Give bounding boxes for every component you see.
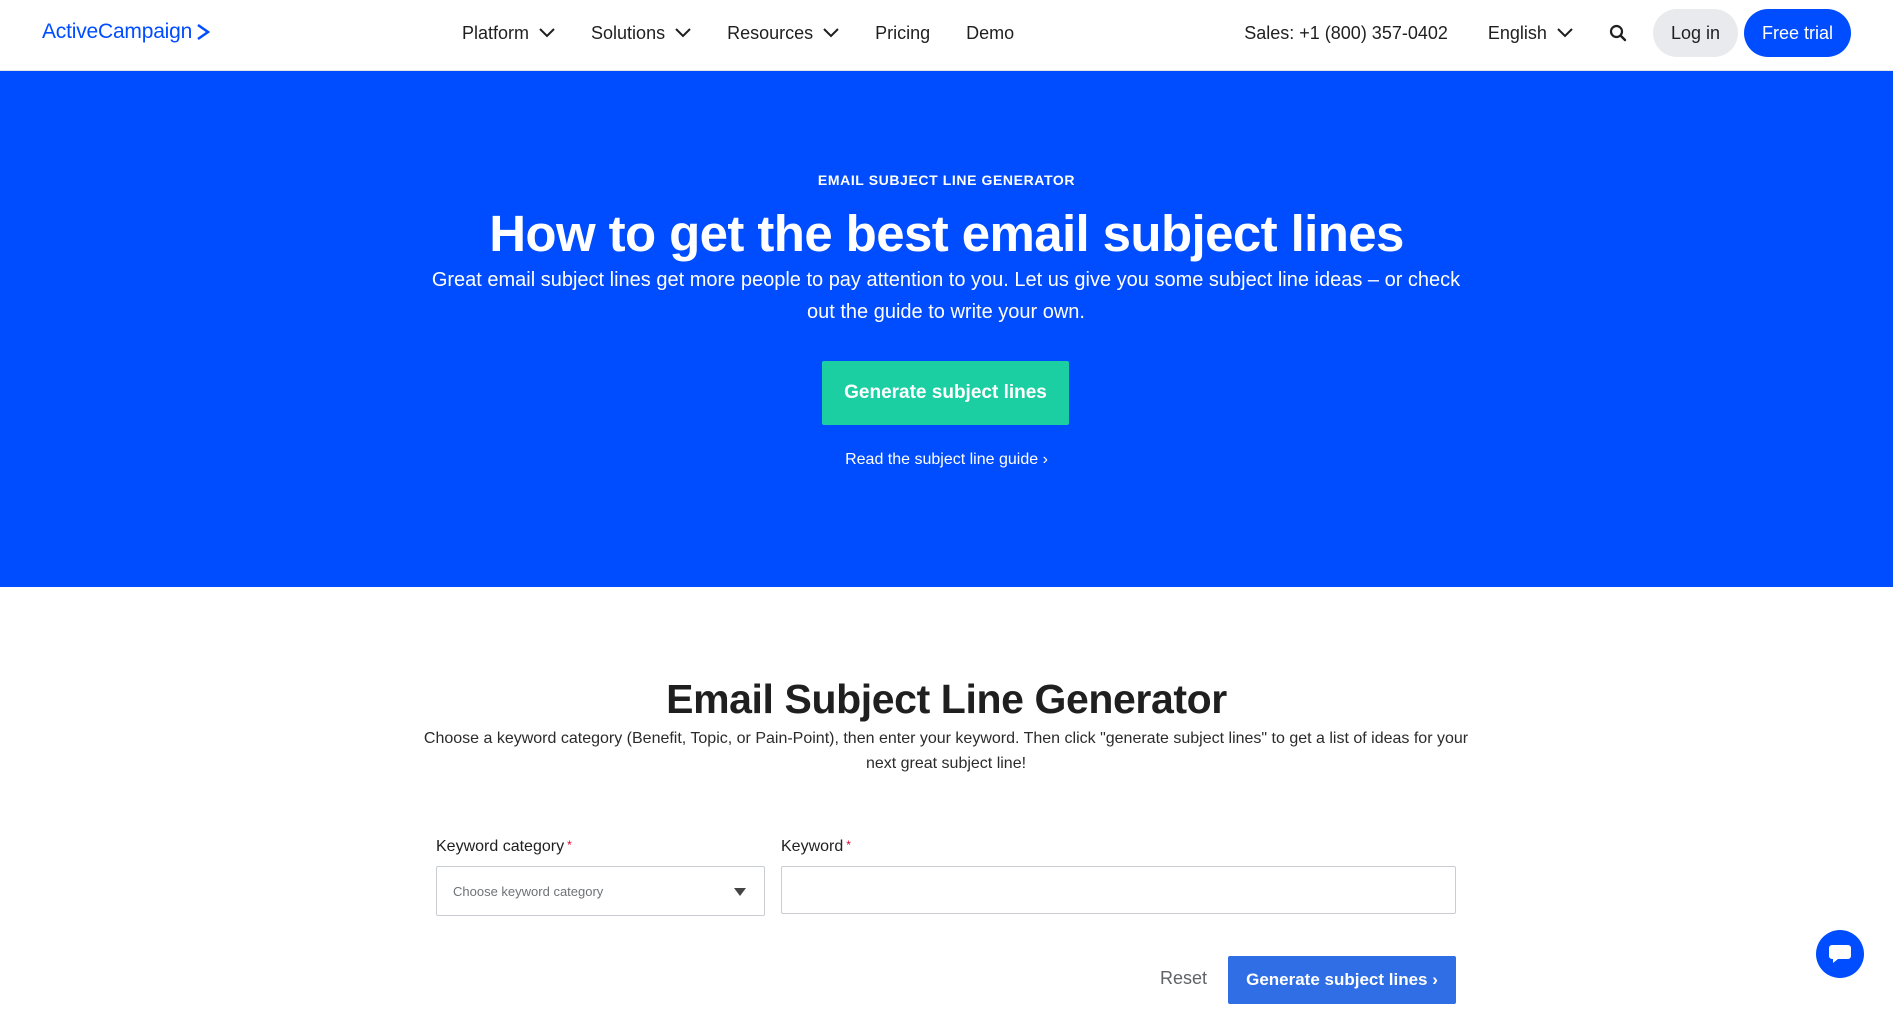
chat-bubble-icon [1829, 945, 1851, 963]
keyword-input[interactable] [781, 866, 1456, 914]
hero-subtitle: Great email subject lines get more peopl… [431, 269, 1461, 323]
hero-eyebrow: EMAIL SUBJECT LINE GENERATOR [817, 172, 1076, 188]
hero-generate-button[interactable]: Generate subject lines [822, 361, 1069, 425]
logo-chevron-icon [197, 23, 211, 41]
top-nav: ActiveCampaign Platform Solutions Resour… [0, 0, 1893, 71]
keyword-label: Keyword * [781, 838, 851, 856]
nav-item-pricing[interactable]: Pricing [875, 23, 930, 44]
activecampaign-logo[interactable]: ActiveCampaign [42, 20, 211, 44]
nav-item-label: Platform [462, 22, 530, 43]
free-trial-button[interactable]: Free trial [1743, 9, 1851, 57]
nav-right: Sales: +1 (800) 357-0402 English Log in … [1244, 0, 1851, 66]
nav-item-label: Pricing [875, 22, 931, 43]
chevron-down-icon [675, 28, 691, 38]
login-button[interactable]: Log in [1652, 9, 1738, 57]
main-menu: Platform Solutions Resources Pricing Dem… [462, 0, 1050, 66]
logo-text: ActiveCampaign [42, 20, 193, 43]
required-marker: * [846, 838, 851, 852]
chevron-down-icon [539, 28, 555, 38]
caret-down-icon [734, 888, 746, 896]
language-label: English [1487, 22, 1547, 43]
generator-title: Email Subject Line Generator [666, 676, 1227, 722]
sales-phone[interactable]: Sales: +1 (800) 357-0402 [1244, 23, 1448, 44]
hero-section: EMAIL SUBJECT LINE GENERATOR How to get … [0, 71, 1893, 587]
hero-title: How to get the best email subject lines [489, 205, 1404, 262]
reset-button[interactable]: Reset [1160, 968, 1207, 989]
nav-item-label: Resources [727, 22, 814, 43]
keyword-label-text: Keyword [781, 838, 844, 855]
subject-line-guide-link[interactable]: Read the subject line guide › [0, 451, 1893, 469]
language-selector[interactable]: English [1488, 23, 1573, 44]
search-button[interactable] [1607, 22, 1629, 44]
keyword-category-placeholder: Choose keyword category [453, 883, 604, 899]
chat-widget-button[interactable] [1816, 930, 1864, 978]
generate-subject-lines-button[interactable]: Generate subject lines › [1228, 956, 1456, 1004]
nav-item-platform[interactable]: Platform [462, 23, 555, 44]
nav-item-solutions[interactable]: Solutions [591, 23, 691, 44]
chevron-down-icon [1557, 28, 1573, 38]
required-marker: * [567, 838, 572, 852]
nav-item-demo[interactable]: Demo [966, 23, 1014, 44]
nav-item-resources[interactable]: Resources [727, 23, 839, 44]
search-icon [1609, 24, 1627, 42]
nav-item-label: Solutions [591, 22, 666, 43]
chevron-down-icon [823, 28, 839, 38]
nav-item-label: Demo [966, 22, 1015, 43]
keyword-category-label-text: Keyword category [436, 838, 565, 855]
keyword-category-select[interactable]: Choose keyword category [436, 866, 765, 916]
keyword-category-label: Keyword category * [436, 838, 572, 856]
generator-description: Choose a keyword category (Benefit, Topi… [423, 730, 1469, 772]
